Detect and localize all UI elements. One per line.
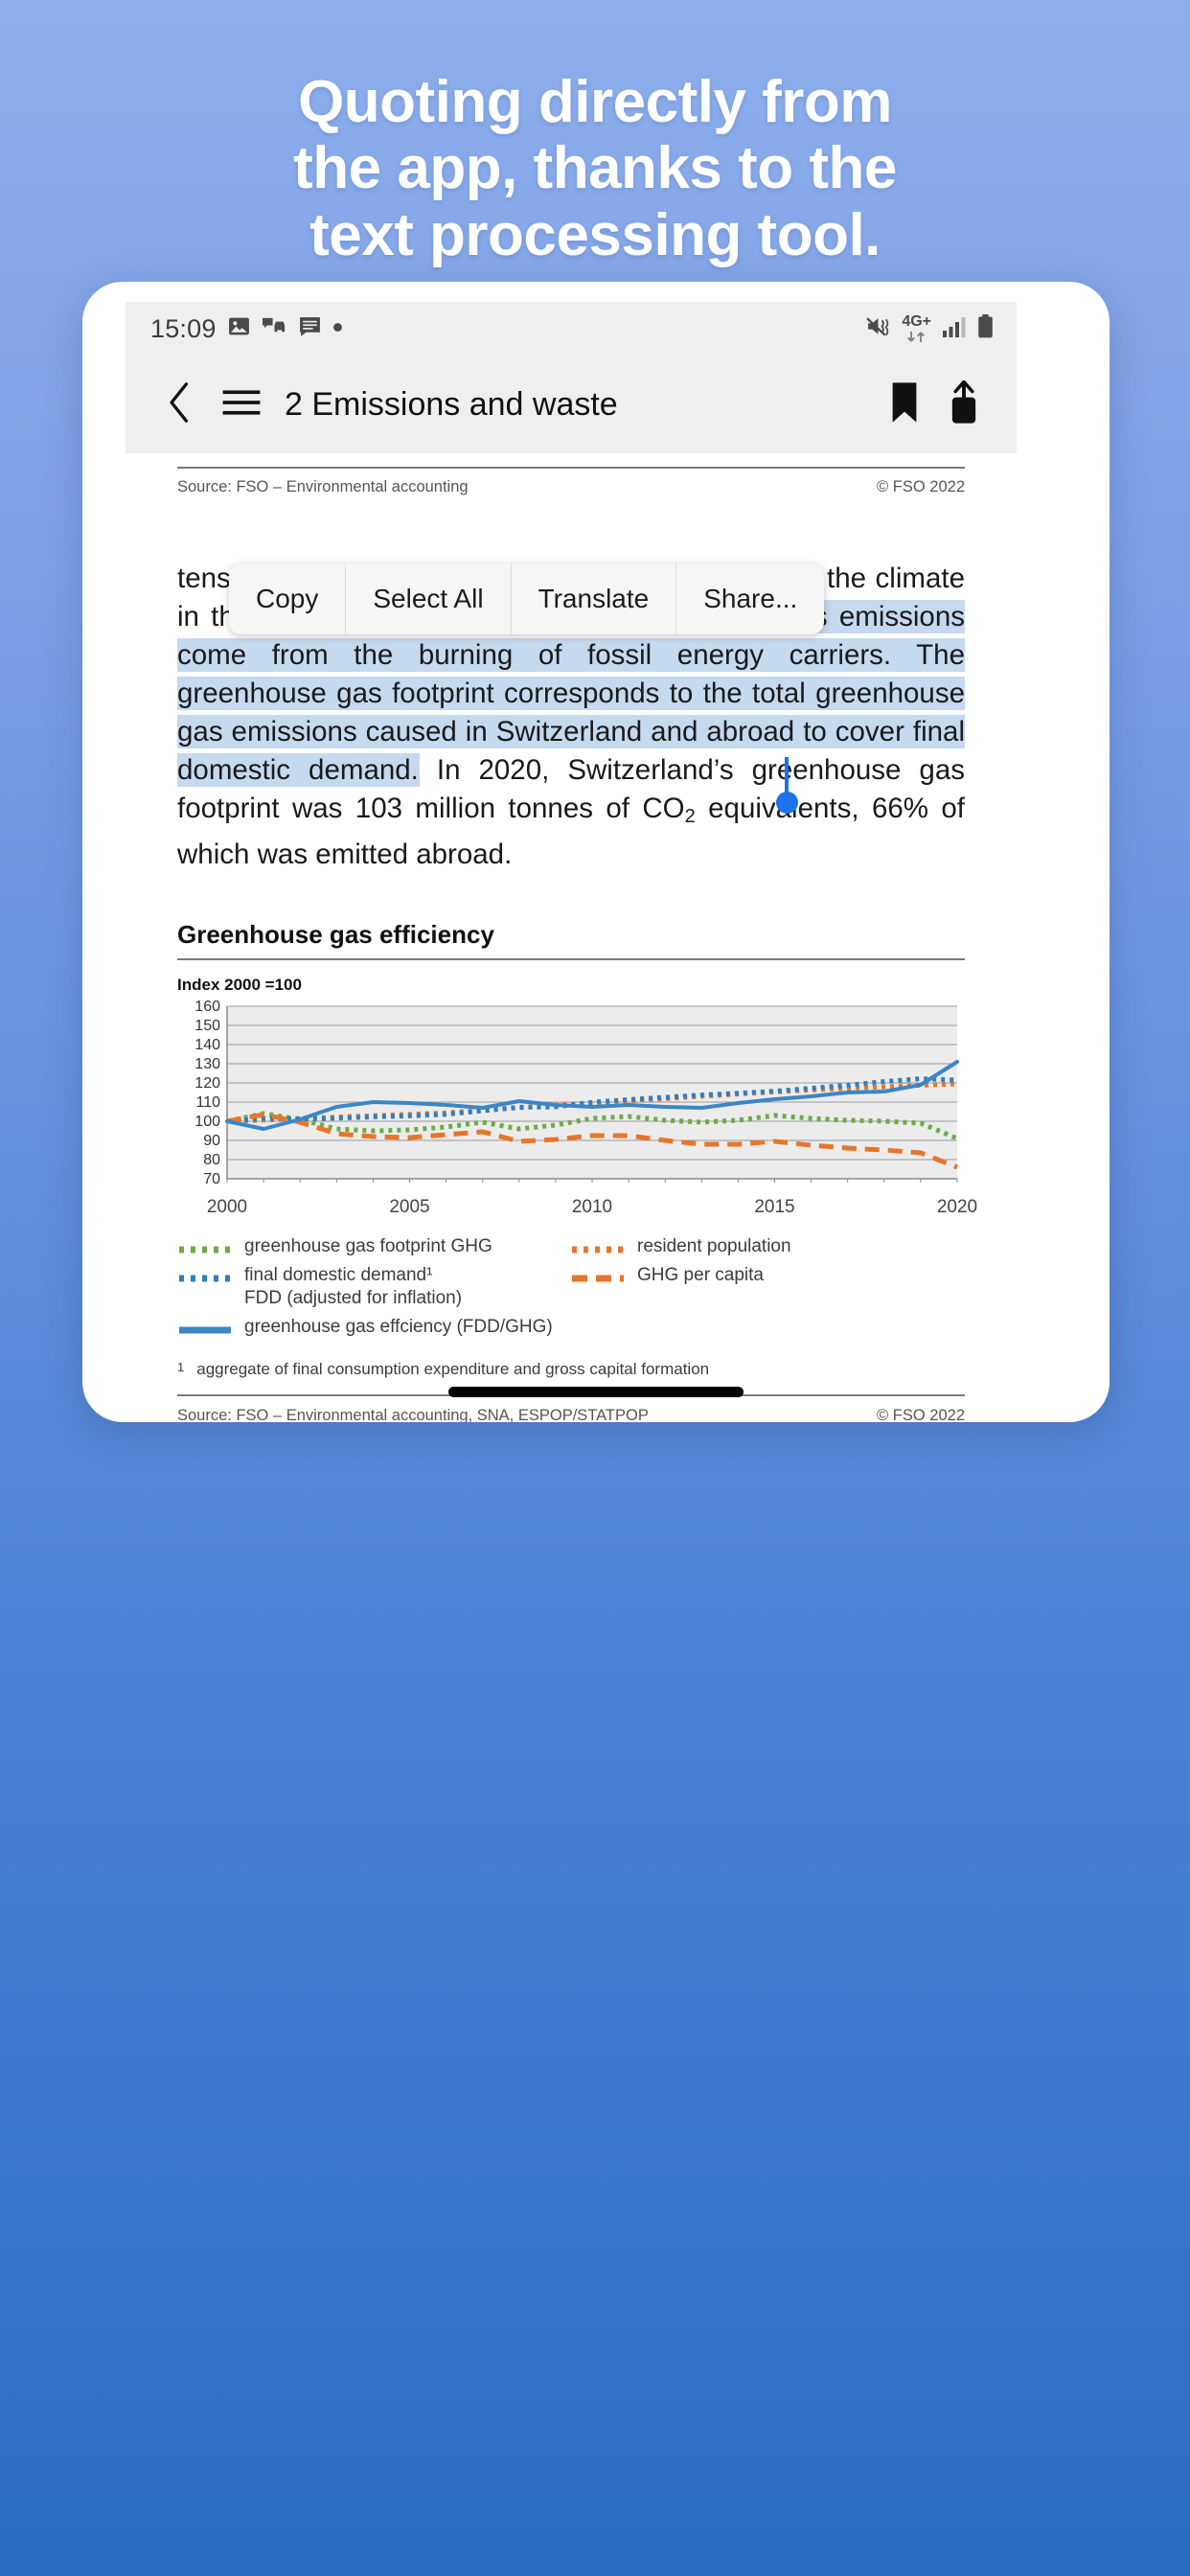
chart-y-tick-label: 80 — [203, 1152, 220, 1168]
chart-plot-area: 70 80 90 100 110 120 130 140 150 160 — [177, 1000, 965, 1195]
chart-x-tick-label: 2005 — [389, 1197, 430, 1217]
promo-line-2: the app, thanks to the — [293, 135, 897, 202]
legend-label-percapita: GHG per capita — [637, 1265, 764, 1285]
selection-handle-end-stem — [785, 757, 789, 795]
hamburger-menu-icon — [221, 387, 262, 423]
legend-label-fdd-line2: FDD (adjusted for inflation) — [244, 1288, 463, 1309]
co2-subscript: 2 — [684, 806, 696, 827]
chart-legend: greenhouse gas footprint GHG resident po… — [177, 1235, 965, 1345]
legend-item-population: resident population — [570, 1235, 965, 1259]
chart-title-divider — [177, 958, 965, 960]
bookmark-icon — [888, 381, 921, 428]
legend-item-footprint: greenhouse gas footprint GHG — [177, 1235, 570, 1259]
share-button[interactable] — [934, 380, 994, 429]
chart-y-tick-label: 130 — [195, 1056, 220, 1072]
chart-subtitle: Index 2000 =100 — [177, 976, 302, 994]
chevron-left-icon — [165, 380, 195, 429]
message-icon — [298, 314, 322, 343]
status-bar-right: 4G+ — [865, 314, 994, 343]
signal-bars-icon — [942, 315, 967, 343]
phone-frame: 15:09 4G+ 2 Emissions and waste Source: … — [82, 282, 1110, 1422]
legend-label-fdd: final domestic demand¹ FDD (adjusted for… — [244, 1264, 462, 1311]
legend-swatch-population — [570, 1240, 626, 1259]
chart-y-tick-label: 160 — [195, 1000, 220, 1015]
bottom-copyright-text: © FSO 2022 — [877, 1406, 965, 1422]
chart-x-axis-labels: 2000 2005 2010 2015 2020 — [177, 1197, 977, 1222]
back-button[interactable] — [150, 380, 210, 429]
legend-swatch-percapita — [570, 1269, 626, 1288]
context-menu-item-select-all[interactable]: Select All — [346, 564, 512, 634]
legend-swatch-footprint — [177, 1240, 233, 1259]
top-source-line: Source: FSO – Environmental accounting ©… — [177, 478, 965, 496]
chart-footnote-mark: 1 — [177, 1359, 185, 1374]
legend-label-efficiency: greenhouse gas effciency (FDD/GHG) — [244, 1316, 553, 1337]
promo-headline: Quoting directly from the app, thanks to… — [0, 69, 1190, 268]
promo-line-3: text processing tool. — [309, 201, 881, 268]
legend-item-percapita: GHG per capita — [570, 1264, 965, 1311]
network-label: 4G+ — [902, 313, 931, 330]
menu-button[interactable] — [210, 387, 273, 423]
app-bar: 2 Emissions and waste — [126, 356, 1017, 453]
page-title: 2 Emissions and waste — [285, 385, 618, 423]
context-menu-item-share[interactable]: Share... — [676, 564, 824, 634]
status-time: 15:09 — [150, 313, 217, 343]
chart-x-tick-label: 2015 — [754, 1197, 795, 1217]
image-icon — [227, 314, 251, 343]
article-paragraph[interactable]: tensity the natural greenhouse effect an… — [177, 560, 965, 874]
text-selection-context-menu: Copy Select All Translate Share... — [229, 564, 825, 634]
top-copyright-text: © FSO 2022 — [877, 478, 965, 495]
chart-y-tick-label: 70 — [203, 1171, 220, 1187]
divider-top — [177, 467, 965, 469]
promo-line-1: Quoting directly from — [298, 69, 892, 135]
chart-y-tick-label: 140 — [195, 1037, 220, 1053]
legend-swatch-efficiency — [177, 1321, 233, 1340]
phone-screen: 15:09 4G+ 2 Emissions and waste Source: … — [126, 302, 1017, 1422]
status-bar: 15:09 4G+ — [126, 302, 1017, 356]
chart-y-tick-label: 120 — [195, 1075, 220, 1092]
top-source-text: Source: FSO – Environmental accounting — [177, 478, 469, 495]
bottom-source-line: Source: FSO – Environmental accounting, … — [177, 1407, 965, 1422]
legend-label-fdd-line1: final domestic demand¹ — [244, 1265, 433, 1285]
chart-title: Greenhouse gas efficiency — [177, 920, 494, 949]
chart-footnote-text: aggregate of final consumption expenditu… — [196, 1359, 710, 1378]
chart-y-tick-label: 150 — [195, 1018, 220, 1034]
vibrate-off-icon — [865, 314, 891, 343]
chart-x-tick-label: 2000 — [206, 1197, 248, 1217]
context-menu-item-translate[interactable]: Translate — [512, 564, 677, 634]
bottom-source-text: Source: FSO – Environmental accounting, … — [177, 1406, 649, 1422]
status-bar-left: 15:09 — [150, 314, 343, 344]
chart-footnote: 1 aggregate of final consumption expendi… — [177, 1360, 965, 1379]
dot-icon — [332, 320, 343, 337]
chart-x-tick-label: 2010 — [571, 1197, 613, 1217]
context-menu-item-copy[interactable]: Copy — [229, 564, 347, 634]
chart-svg: 70 80 90 100 110 120 130 140 150 160 — [195, 1000, 959, 1187]
chart-block: Greenhouse gas efficiency Index 2000 =10… — [177, 920, 977, 1422]
chart-y-tick-label: 110 — [195, 1094, 220, 1111]
home-indicator[interactable] — [448, 1387, 744, 1397]
legend-item-fdd: final domestic demand¹ FDD (adjusted for… — [177, 1264, 570, 1311]
chart-x-tick-label: 2020 — [936, 1197, 978, 1217]
legend-label-population: resident population — [637, 1236, 791, 1256]
battery-icon — [977, 314, 994, 343]
bookmark-button[interactable] — [875, 381, 934, 428]
document-content: Source: FSO – Environmental accounting ©… — [126, 467, 1017, 1422]
selection-handle-end-knob — [776, 792, 798, 814]
share-icon — [947, 380, 981, 429]
data-transfer-icon: 4G+ — [902, 314, 931, 343]
legend-label-footprint: greenhouse gas footprint GHG — [244, 1236, 492, 1256]
chart-y-tick-label: 90 — [203, 1133, 220, 1149]
chart-y-tick-label: 100 — [195, 1114, 220, 1130]
legend-swatch-fdd — [177, 1269, 233, 1288]
legend-item-efficiency: greenhouse gas effciency (FDD/GHG) — [177, 1316, 965, 1340]
car-message-icon — [262, 314, 287, 343]
